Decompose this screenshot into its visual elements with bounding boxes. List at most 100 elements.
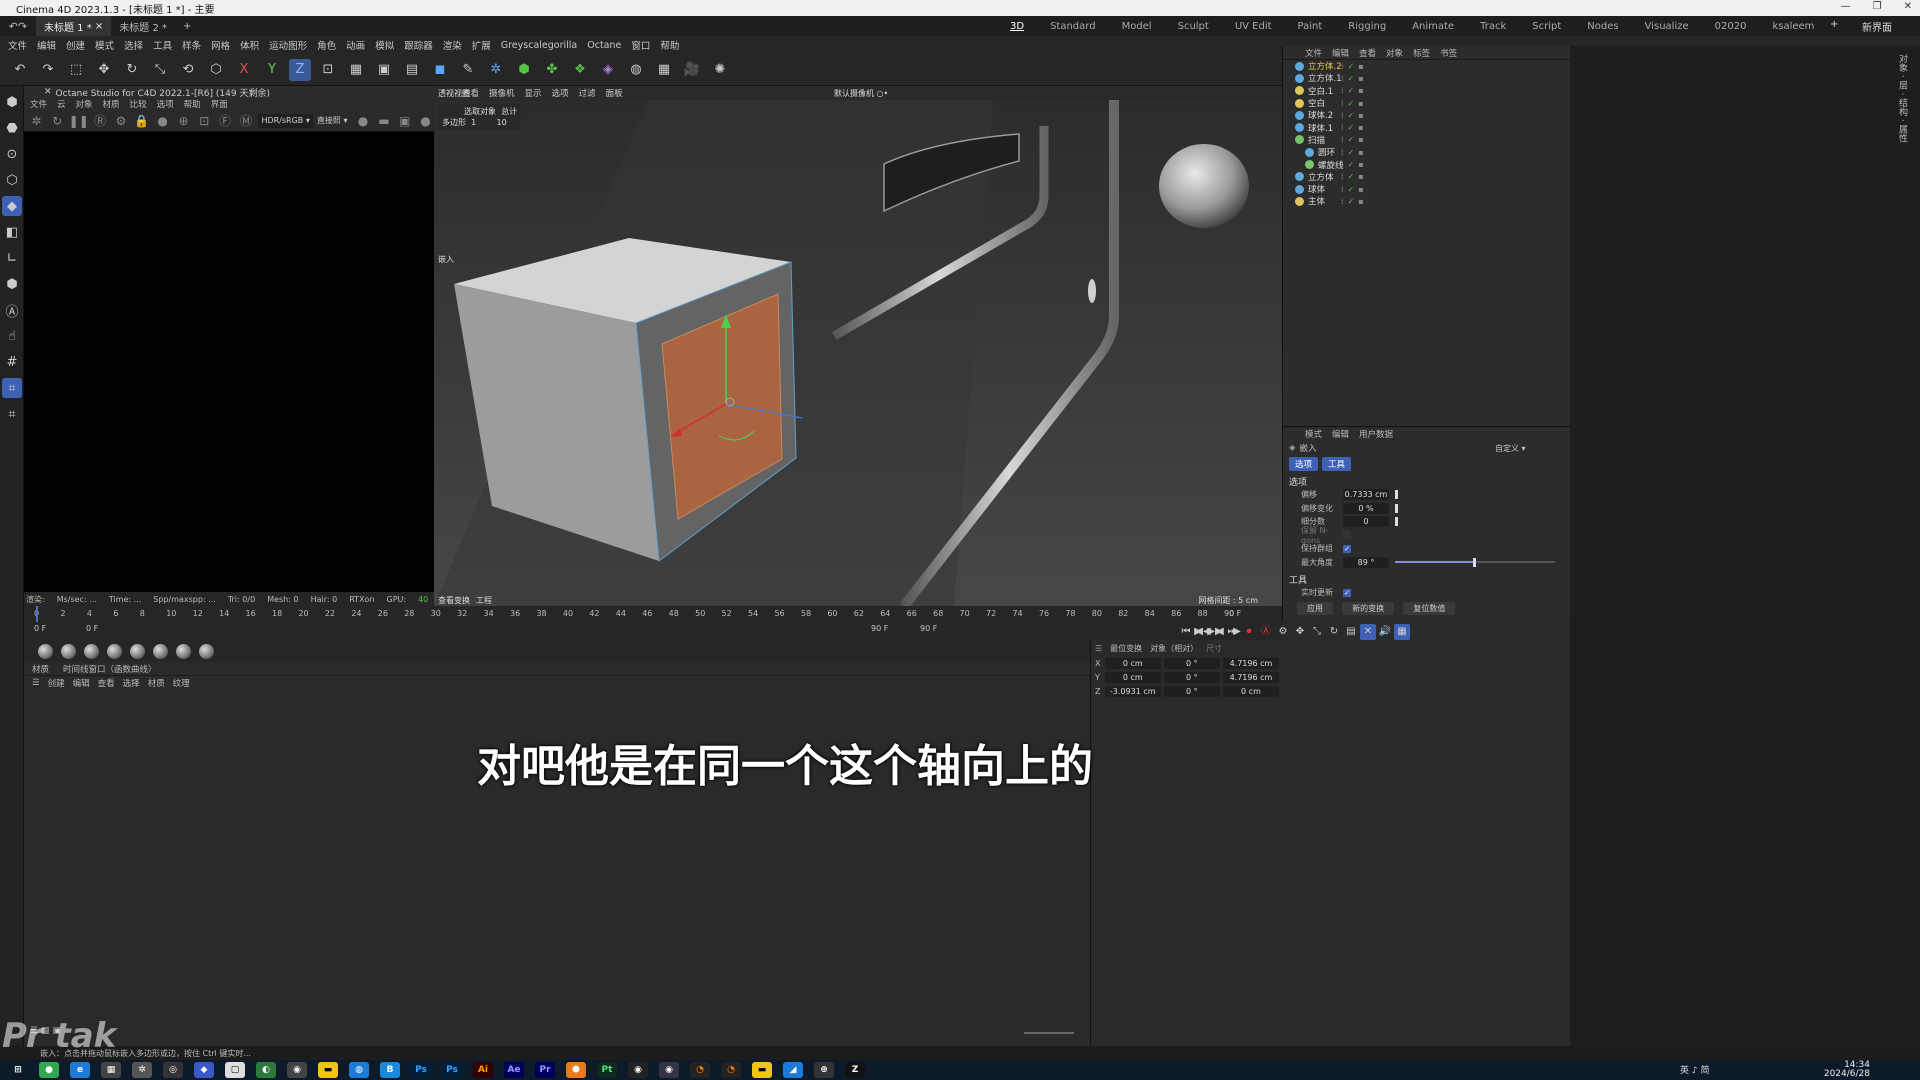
visibility-icon[interactable]: ⁞ — [1341, 123, 1344, 132]
tab-document-1[interactable]: 未标题 1 * × — [36, 16, 112, 36]
visibility-icon[interactable]: ⁞ — [1341, 185, 1344, 194]
mograph-icon[interactable]: ❖ — [569, 59, 591, 81]
enabled-check-icon[interactable]: ✓ — [1348, 111, 1355, 120]
layout-tab-3[interactable]: Sculpt — [1178, 21, 1209, 32]
material-ball-7[interactable] — [176, 643, 191, 659]
world-coordinate-icon[interactable]: ⊡ — [317, 59, 339, 81]
visibility-icon[interactable]: ⁞ — [1341, 135, 1344, 144]
preview-end-field[interactable]: 90 F — [871, 624, 888, 633]
layout-tab-12[interactable]: 02020 — [1715, 21, 1747, 32]
layout-tab-1[interactable]: Standard — [1050, 21, 1096, 32]
octane-f-icon[interactable]: Ⓕ — [217, 112, 234, 130]
timeline-settings-icon[interactable]: ▦ — [1394, 624, 1410, 640]
pen-icon[interactable]: ✎ — [457, 59, 479, 81]
material-ball-5[interactable] — [130, 643, 145, 659]
menu-item-5[interactable]: 工具 — [153, 38, 172, 52]
generator-icon[interactable]: ⬢ — [513, 59, 535, 81]
app-icon-2[interactable]: ✲ — [132, 1062, 152, 1078]
edge-icon[interactable]: e — [70, 1062, 90, 1078]
enabled-check-icon[interactable]: ✓ — [1348, 172, 1355, 181]
layout-tab-5[interactable]: Paint — [1298, 21, 1323, 32]
octane-snapshot-icon[interactable]: ▣ — [396, 112, 413, 130]
menu-item-13[interactable]: 跟踪器 — [404, 38, 433, 52]
object-row[interactable]: 球体.2 ⁞ ✓ ▪ — [1283, 109, 1570, 121]
octane-rect-icon[interactable]: ▬ — [375, 112, 392, 130]
zoom-slider[interactable] — [1024, 1032, 1074, 1034]
add-layout-icon[interactable]: + — [1830, 19, 1838, 30]
enabled-check-icon[interactable]: ✓ — [1348, 160, 1355, 169]
axis-mode-icon[interactable]: ∟ — [2, 248, 22, 268]
menu-item-19[interactable]: 帮助 — [660, 38, 679, 52]
max-angle-slider-knob[interactable] — [1473, 557, 1477, 567]
tag-icon[interactable]: ▪ — [1358, 74, 1363, 83]
grid-icon[interactable]: ▦ — [653, 59, 675, 81]
rotation-field[interactable]: 0 ° — [1163, 657, 1220, 669]
workplane-icon[interactable]: ⌗ — [2, 378, 22, 398]
object-row[interactable]: 螺旋线 ⁞ ✓ ▪ — [1283, 158, 1570, 171]
subdivision-icon[interactable]: ✲ — [485, 59, 507, 81]
tab-options[interactable]: 选项 — [1289, 457, 1319, 471]
rotation-field[interactable]: 0 ° — [1163, 685, 1220, 697]
object-row[interactable]: 球体.1 ⁞ ✓ ▪ — [1283, 121, 1570, 134]
attribute-menu-item-1[interactable]: 编辑 — [1332, 428, 1349, 440]
cube-primitive-icon[interactable]: ◼ — [429, 59, 451, 81]
octane-settings-icon[interactable]: ⚙ — [113, 112, 130, 130]
viewport-scene[interactable] — [434, 86, 1282, 606]
next-key-icon[interactable]: ▶▶ — [1207, 624, 1223, 640]
visibility-icon[interactable]: ⁞ — [1341, 62, 1344, 71]
octane-region-icon[interactable]: Ⓡ — [92, 112, 109, 130]
photoshop-icon-2[interactable]: Ps — [442, 1062, 462, 1078]
layout-tab-2[interactable]: Model — [1122, 21, 1152, 32]
object-mode-icon[interactable]: ⬢ — [2, 274, 22, 294]
last-tool-icon[interactable]: ⟲ — [177, 59, 199, 81]
material-ball-6[interactable] — [153, 643, 168, 659]
photoshop-icon[interactable]: Ps — [411, 1062, 431, 1078]
material-ball-4[interactable] — [107, 643, 122, 659]
option-field-slider-knob[interactable] — [1395, 517, 1398, 527]
wechat-icon[interactable]: ● — [39, 1062, 59, 1078]
menu-item-9[interactable]: 运动图形 — [269, 38, 307, 52]
locked-workplane-icon[interactable]: ⌗ — [2, 404, 22, 424]
illustrator-icon[interactable]: Ai — [473, 1062, 493, 1078]
enabled-check-icon[interactable]: ✓ — [1348, 197, 1355, 206]
viewport-menu-item-1[interactable]: 摄像机 — [489, 87, 515, 99]
enabled-check-icon[interactable]: ✓ — [1348, 74, 1355, 83]
rotate-icon[interactable]: ↻ — [121, 59, 143, 81]
option-field-input[interactable]: 0.7333 cm — [1343, 489, 1389, 501]
key-param-icon[interactable]: ▤ — [1343, 624, 1359, 640]
viewport-menu-item-3[interactable]: 选项 — [552, 87, 569, 99]
z-axis-lock[interactable]: Z — [289, 58, 311, 81]
object-menu-item-4[interactable]: 标签 — [1413, 47, 1430, 59]
object-menu-item-3[interactable]: 对象 — [1386, 47, 1403, 59]
menu-item-8[interactable]: 体积 — [240, 38, 259, 52]
viewport-menu-item-2[interactable]: 显示 — [525, 87, 542, 99]
light-icon[interactable]: ✺ — [709, 59, 731, 81]
tag-icon[interactable]: ▪ — [1358, 197, 1363, 206]
octane-kernel-select[interactable]: 直接照 ▾ — [317, 114, 351, 128]
camera-icon[interactable]: 🎥 — [681, 59, 703, 81]
material-menu-item-4[interactable]: 材质 — [148, 677, 165, 689]
dock-side-tabs[interactable]: 对象 · 层 · 结构 · 属性 — [1892, 54, 1912, 143]
octane-menu-item-2[interactable]: 对象 — [76, 98, 93, 110]
tag-icon[interactable]: ▪ — [1358, 148, 1363, 157]
record-icon[interactable]: ⏺ — [1241, 624, 1257, 640]
edge-mode-icon[interactable]: ⬡ — [2, 170, 22, 190]
preset-select[interactable]: 自定义 ▾ — [1495, 443, 1526, 454]
folder-icon[interactable]: ▬ — [318, 1062, 338, 1078]
snap-grid-icon[interactable]: # — [2, 352, 22, 372]
material-menu-item-3[interactable]: 选择 — [123, 677, 140, 689]
object-row[interactable]: 圆环 ⁞ ✓ ▪ — [1283, 146, 1570, 158]
position-field[interactable]: 0 cm — [1104, 657, 1161, 669]
viewport-menu-item-5[interactable]: 面板 — [606, 87, 623, 99]
octane-menu-item-4[interactable]: 比较 — [130, 98, 147, 110]
texture-mode-icon[interactable]: ⬣ — [2, 118, 22, 138]
option-field-slider-knob[interactable] — [1395, 490, 1398, 500]
enabled-check-icon[interactable]: ✓ — [1348, 135, 1355, 144]
project-label[interactable]: 工程 — [476, 595, 492, 606]
tag-icon[interactable]: ▪ — [1358, 185, 1363, 194]
new-transform-button[interactable]: 新的变换 — [1342, 601, 1395, 615]
move-icon[interactable]: ✥ — [93, 59, 115, 81]
scale-icon[interactable]: ⤡ — [149, 59, 171, 81]
octane-menu-item-0[interactable]: 文件 — [30, 98, 47, 110]
menu-item-7[interactable]: 网格 — [211, 38, 230, 52]
